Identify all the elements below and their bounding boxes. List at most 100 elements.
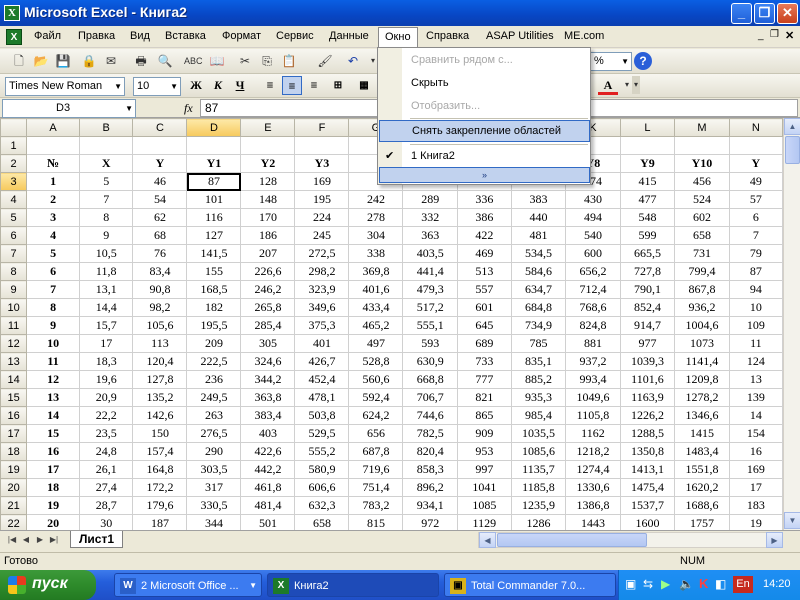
- cell[interactable]: 54: [132, 190, 188, 209]
- cell[interactable]: 49: [728, 172, 783, 191]
- cell[interactable]: 6: [728, 208, 783, 227]
- print-icon[interactable]: 🖶: [132, 52, 150, 70]
- tray-k-icon[interactable]: K: [699, 576, 708, 591]
- menu-format[interactable]: Формат: [222, 30, 261, 42]
- cell[interactable]: 139: [728, 388, 783, 407]
- cell[interactable]: 624,2: [348, 406, 404, 425]
- cell[interactable]: 993,4: [565, 370, 621, 389]
- task-total-commander[interactable]: ▣ Total Commander 7.0...: [444, 573, 616, 597]
- cell[interactable]: [294, 136, 350, 155]
- cell[interactable]: 182: [186, 298, 242, 317]
- excel-app-icon[interactable]: X: [4, 5, 20, 21]
- cell[interactable]: 1004,6: [674, 316, 730, 335]
- last-sheet-icon[interactable]: ▶|: [48, 533, 60, 547]
- cell[interactable]: 28,7: [78, 496, 134, 515]
- cell[interactable]: 1101,6: [619, 370, 676, 389]
- cell[interactable]: 593: [402, 334, 458, 353]
- cell[interactable]: 727,8: [619, 262, 676, 281]
- cell[interactable]: 386: [456, 208, 512, 227]
- tray-speaker-icon[interactable]: 🔈: [679, 577, 694, 591]
- paste-icon[interactable]: 📋: [280, 52, 298, 70]
- cell[interactable]: 90,8: [132, 280, 188, 299]
- cell[interactable]: 783,2: [348, 496, 404, 515]
- column-header-c[interactable]: C: [132, 118, 188, 137]
- cell[interactable]: 656,2: [565, 262, 621, 281]
- cell[interactable]: 1286: [510, 514, 567, 530]
- cell[interactable]: 632,3: [294, 496, 350, 515]
- cell[interactable]: 57: [728, 190, 783, 209]
- cell[interactable]: 1162: [565, 424, 621, 443]
- cell[interactable]: 16: [26, 442, 80, 461]
- cell[interactable]: 452,4: [294, 370, 350, 389]
- cell[interactable]: 1085,6: [510, 442, 567, 461]
- cell[interactable]: 169: [728, 460, 783, 479]
- cell[interactable]: 936,2: [674, 298, 730, 317]
- cell[interactable]: 15: [26, 424, 80, 443]
- align-left-icon[interactable]: ≡: [260, 76, 280, 95]
- cell[interactable]: 645: [456, 316, 512, 335]
- cell[interactable]: 19: [728, 514, 783, 530]
- menu-edit[interactable]: Правка: [78, 30, 115, 42]
- cell[interactable]: 265,8: [240, 298, 296, 317]
- cell[interactable]: 1135,7: [510, 460, 567, 479]
- cell[interactable]: 20,9: [78, 388, 134, 407]
- menu-window[interactable]: Окно: [378, 27, 418, 48]
- tray-icon-3[interactable]: ◧: [715, 577, 726, 591]
- column-header-d[interactable]: D: [186, 118, 242, 137]
- cell[interactable]: 278: [348, 208, 404, 227]
- cell[interactable]: 599: [619, 226, 676, 245]
- cell[interactable]: 865: [456, 406, 512, 425]
- cell[interactable]: [26, 136, 80, 155]
- cell[interactable]: 528,8: [348, 352, 404, 371]
- cell[interactable]: 481: [510, 226, 567, 245]
- align-center-icon[interactable]: ≡: [282, 76, 302, 95]
- zoom-select[interactable]: % ▼: [590, 52, 632, 71]
- cell[interactable]: 1688,6: [674, 496, 730, 515]
- select-all-corner[interactable]: [0, 118, 28, 137]
- cell[interactable]: 634,7: [510, 280, 567, 299]
- research-icon[interactable]: 📖: [208, 52, 226, 70]
- cell[interactable]: 186: [240, 226, 296, 245]
- cell[interactable]: 601: [456, 298, 512, 317]
- cell[interactable]: 18,3: [78, 352, 134, 371]
- cell[interactable]: 2: [26, 190, 80, 209]
- cell[interactable]: 557: [456, 280, 512, 299]
- cell[interactable]: 3: [26, 208, 80, 227]
- cell[interactable]: 242: [348, 190, 404, 209]
- cell[interactable]: 148: [240, 190, 296, 209]
- cell[interactable]: 127: [186, 226, 242, 245]
- cell[interactable]: 317: [186, 478, 242, 497]
- cell[interactable]: 4: [26, 226, 80, 245]
- next-sheet-icon[interactable]: ▶: [34, 533, 46, 547]
- cell[interactable]: 1757: [674, 514, 730, 530]
- cell[interactable]: [674, 136, 730, 155]
- font-name-select[interactable]: Times New Roman ▼: [5, 77, 125, 96]
- cell[interactable]: 733: [456, 352, 512, 371]
- vertical-scrollbar[interactable]: ▲ ▼: [783, 118, 800, 530]
- restore-button[interactable]: ❐: [754, 3, 775, 24]
- cell[interactable]: 426,7: [294, 352, 350, 371]
- row-header[interactable]: 10: [0, 298, 28, 317]
- cell[interactable]: 105,6: [132, 316, 188, 335]
- cell[interactable]: 9: [26, 316, 80, 335]
- row-header[interactable]: 20: [0, 478, 28, 497]
- cell[interactable]: 285,4: [240, 316, 296, 335]
- new-icon[interactable]: 🗋: [10, 52, 28, 70]
- cell[interactable]: 1443: [565, 514, 621, 530]
- menu-window-kniga2[interactable]: ✔ 1 Книга2: [379, 145, 590, 167]
- cell[interactable]: 494: [565, 208, 621, 227]
- cell[interactable]: 1105,8: [565, 406, 621, 425]
- cell[interactable]: 461,8: [240, 478, 296, 497]
- cell[interactable]: 403: [240, 424, 296, 443]
- cell[interactable]: 867,8: [674, 280, 730, 299]
- name-box[interactable]: D3 ▼: [2, 99, 136, 118]
- close-button[interactable]: ✕: [777, 3, 798, 24]
- row-header[interactable]: 9: [0, 280, 28, 299]
- row-header[interactable]: 4: [0, 190, 28, 209]
- cell[interactable]: 17: [78, 334, 134, 353]
- cell[interactable]: 555,2: [294, 442, 350, 461]
- cell[interactable]: 179,6: [132, 496, 188, 515]
- vertical-scroll-thumb[interactable]: [785, 136, 800, 164]
- cell[interactable]: 1226,2: [619, 406, 676, 425]
- cell[interactable]: 1620,2: [674, 478, 730, 497]
